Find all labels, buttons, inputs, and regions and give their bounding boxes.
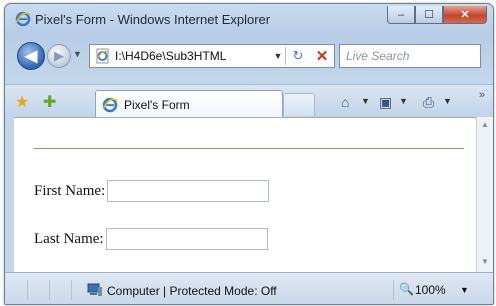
status-divider — [27, 280, 28, 300]
security-zone-label: Computer | Protected Mode: Off — [107, 284, 277, 298]
navigation-bar: ◀ ▶ ▼ I:\H4D6e\Sub3HTML ▼ ↻ ✕ Live Searc… — [5, 40, 493, 72]
window-title: Pixel's Form - Windows Internet Explorer — [35, 12, 271, 27]
refresh-button[interactable]: ↻ — [286, 48, 310, 64]
status-divider — [71, 280, 72, 300]
address-input[interactable]: I:\H4D6e\Sub3HTML — [115, 49, 271, 63]
minimize-button[interactable]: – — [387, 6, 415, 24]
page-icon — [96, 48, 110, 64]
print-icon[interactable]: ⎙ — [423, 94, 434, 111]
stop-button[interactable]: ✕ — [310, 47, 334, 65]
browser-window: Pixel's Form - Windows Internet Explorer… — [4, 3, 494, 305]
horizontal-rule — [34, 148, 464, 149]
vertical-scrollbar[interactable]: ▲ ▼ — [476, 117, 493, 272]
tab-pixels-form[interactable]: Pixel's Form — [95, 90, 283, 118]
new-tab-button[interactable] — [283, 93, 315, 116]
ie-logo-icon — [15, 11, 31, 27]
search-input[interactable]: Live Search — [346, 49, 409, 63]
home-dropdown-icon[interactable]: ▼ — [361, 96, 370, 106]
feeds-dropdown-icon[interactable]: ▼ — [399, 96, 408, 106]
first-name-row: First Name: — [34, 180, 270, 202]
caption-buttons: – ☐ ✕ — [387, 6, 487, 24]
zoom-dropdown-icon[interactable]: ▼ — [460, 285, 469, 295]
scroll-up-icon[interactable]: ▲ — [481, 120, 489, 129]
ie-tab-icon — [102, 97, 118, 112]
last-name-label: Last Name: — [34, 230, 104, 247]
last-name-input[interactable] — [105, 228, 268, 250]
status-bar: Computer | Protected Mode: Off 🔍 100% ▼ — [5, 272, 493, 304]
print-dropdown-icon[interactable]: ▼ — [443, 96, 452, 106]
maximize-button[interactable]: ☐ — [415, 6, 443, 24]
tab-toolbar: ★ ✚ Pixel's Form ⌂ ▼ ▣ ▼ ⎙ ▼ » — [5, 84, 493, 118]
zoom-icon[interactable]: 🔍 — [399, 282, 414, 296]
computer-icon — [87, 283, 102, 296]
address-bar[interactable]: I:\H4D6e\Sub3HTML ▼ ↻ ✕ — [89, 44, 335, 68]
more-commands-icon[interactable]: » — [479, 89, 485, 101]
recent-pages-dropdown-icon[interactable]: ▼ — [73, 49, 82, 59]
close-button[interactable]: ✕ — [443, 6, 487, 24]
first-name-label: First Name: — [34, 182, 106, 199]
forward-button[interactable]: ▶ — [47, 44, 71, 68]
first-name-input[interactable] — [107, 180, 270, 202]
back-button[interactable]: ◀ — [17, 42, 45, 70]
favorites-center-icon[interactable]: ★ — [15, 92, 29, 112]
add-favorites-icon[interactable]: ✚ — [43, 92, 56, 112]
title-bar: Pixel's Form - Windows Internet Explorer… — [5, 4, 493, 34]
page-content: First Name: Last Name: — [14, 117, 476, 273]
tab-label: Pixel's Form — [124, 97, 190, 112]
address-dropdown-icon[interactable]: ▼ — [271, 51, 285, 61]
scroll-down-icon[interactable]: ▼ — [481, 257, 489, 266]
search-box[interactable]: Live Search — [339, 44, 481, 68]
feeds-icon[interactable]: ▣ — [379, 94, 392, 111]
zoom-level[interactable]: 100% — [415, 283, 446, 297]
home-icon[interactable]: ⌂ — [341, 94, 349, 110]
last-name-row: Last Name: — [34, 228, 268, 250]
status-divider — [49, 280, 50, 300]
status-divider — [393, 280, 394, 300]
